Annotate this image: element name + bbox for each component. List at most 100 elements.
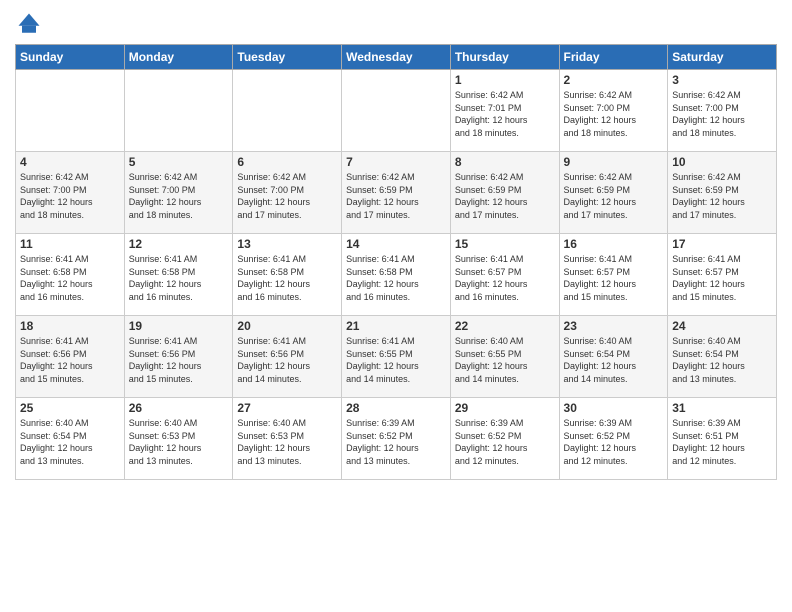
day-number: 3 (672, 73, 772, 87)
day-number: 30 (564, 401, 664, 415)
calendar-cell: 5 Sunrise: 6:42 AM Sunset: 7:00 PM Daylig… (124, 152, 233, 234)
day-number: 19 (129, 319, 229, 333)
cell-info: Sunrise: 6:41 AM Sunset: 6:56 PM Dayligh… (237, 335, 337, 385)
calendar-cell: 24 Sunrise: 6:40 AM Sunset: 6:54 PM Dayli… (668, 316, 777, 398)
cell-info: Sunrise: 6:41 AM Sunset: 6:56 PM Dayligh… (20, 335, 120, 385)
day-number: 7 (346, 155, 446, 169)
cell-info: Sunrise: 6:42 AM Sunset: 6:59 PM Dayligh… (455, 171, 555, 221)
cell-info: Sunrise: 6:41 AM Sunset: 6:58 PM Dayligh… (237, 253, 337, 303)
calendar-cell: 14 Sunrise: 6:41 AM Sunset: 6:58 PM Dayli… (342, 234, 451, 316)
day-number: 16 (564, 237, 664, 251)
calendar-cell: 31 Sunrise: 6:39 AM Sunset: 6:51 PM Dayli… (668, 398, 777, 480)
cell-info: Sunrise: 6:42 AM Sunset: 6:59 PM Dayligh… (346, 171, 446, 221)
day-number: 25 (20, 401, 120, 415)
day-number: 4 (20, 155, 120, 169)
col-header-tuesday: Tuesday (233, 45, 342, 70)
cell-info: Sunrise: 6:39 AM Sunset: 6:51 PM Dayligh… (672, 417, 772, 467)
col-header-wednesday: Wednesday (342, 45, 451, 70)
cell-info: Sunrise: 6:39 AM Sunset: 6:52 PM Dayligh… (455, 417, 555, 467)
col-header-friday: Friday (559, 45, 668, 70)
calendar-cell: 21 Sunrise: 6:41 AM Sunset: 6:55 PM Dayli… (342, 316, 451, 398)
calendar-cell: 20Sunrise: 6:41 AM Sunset: 6:56 PM Dayli… (233, 316, 342, 398)
calendar-cell: 6 Sunrise: 6:42 AM Sunset: 7:00 PM Daylig… (233, 152, 342, 234)
cell-info: Sunrise: 6:42 AM Sunset: 7:00 PM Dayligh… (237, 171, 337, 221)
calendar-cell (342, 70, 451, 152)
cell-info: Sunrise: 6:41 AM Sunset: 6:55 PM Dayligh… (346, 335, 446, 385)
day-number: 9 (564, 155, 664, 169)
day-number: 13 (237, 237, 337, 251)
calendar-cell: 12 Sunrise: 6:41 AM Sunset: 6:58 PM Dayli… (124, 234, 233, 316)
cell-info: Sunrise: 6:40 AM Sunset: 6:54 PM Dayligh… (672, 335, 772, 385)
calendar-cell: 30 Sunrise: 6:39 AM Sunset: 6:52 PM Dayli… (559, 398, 668, 480)
col-header-saturday: Saturday (668, 45, 777, 70)
cell-info: Sunrise: 6:41 AM Sunset: 6:57 PM Dayligh… (455, 253, 555, 303)
cell-info: Sunrise: 6:41 AM Sunset: 6:57 PM Dayligh… (564, 253, 664, 303)
calendar-cell: 22Sunrise: 6:40 AM Sunset: 6:55 PM Dayli… (450, 316, 559, 398)
cell-info: Sunrise: 6:40 AM Sunset: 6:54 PM Dayligh… (564, 335, 664, 385)
cell-info: Sunrise: 6:39 AM Sunset: 6:52 PM Dayligh… (346, 417, 446, 467)
cell-info: Sunrise: 6:40 AM Sunset: 6:54 PM Dayligh… (20, 417, 120, 467)
calendar-cell: 23 Sunrise: 6:40 AM Sunset: 6:54 PM Dayli… (559, 316, 668, 398)
cell-info: Sunrise: 6:42 AM Sunset: 7:00 PM Dayligh… (129, 171, 229, 221)
day-number: 6 (237, 155, 337, 169)
day-number: 31 (672, 401, 772, 415)
col-header-monday: Monday (124, 45, 233, 70)
cell-info: Sunrise: 6:41 AM Sunset: 6:57 PM Dayligh… (672, 253, 772, 303)
header-row: SundayMondayTuesdayWednesdayThursdayFrid… (16, 45, 777, 70)
cell-info: Sunrise: 6:39 AM Sunset: 6:52 PM Dayligh… (564, 417, 664, 467)
day-number: 11 (20, 237, 120, 251)
logo-icon (15, 10, 43, 38)
cell-info: Sunrise: 6:41 AM Sunset: 6:58 PM Dayligh… (129, 253, 229, 303)
day-number: 21 (346, 319, 446, 333)
calendar-cell: 7 Sunrise: 6:42 AM Sunset: 6:59 PM Daylig… (342, 152, 451, 234)
calendar-cell (16, 70, 125, 152)
calendar-cell: 11 Sunrise: 6:41 AM Sunset: 6:58 PM Dayli… (16, 234, 125, 316)
week-row-2: 4 Sunrise: 6:42 AM Sunset: 7:00 PM Daylig… (16, 152, 777, 234)
calendar-table: SundayMondayTuesdayWednesdayThursdayFrid… (15, 44, 777, 480)
day-number: 29 (455, 401, 555, 415)
calendar-cell: 26Sunrise: 6:40 AM Sunset: 6:53 PM Dayli… (124, 398, 233, 480)
day-number: 10 (672, 155, 772, 169)
header (15, 10, 777, 38)
calendar-cell: 3 Sunrise: 6:42 AM Sunset: 7:00 PM Daylig… (668, 70, 777, 152)
week-row-1: 1 Sunrise: 6:42 AM Sunset: 7:01 PM Daylig… (16, 70, 777, 152)
calendar-cell: 18 Sunrise: 6:41 AM Sunset: 6:56 PM Dayli… (16, 316, 125, 398)
day-number: 27 (237, 401, 337, 415)
cell-info: Sunrise: 6:40 AM Sunset: 6:53 PM Dayligh… (129, 417, 229, 467)
calendar-cell (124, 70, 233, 152)
calendar-cell: 1 Sunrise: 6:42 AM Sunset: 7:01 PM Daylig… (450, 70, 559, 152)
cell-info: Sunrise: 6:41 AM Sunset: 6:56 PM Dayligh… (129, 335, 229, 385)
logo (15, 10, 47, 38)
calendar-cell: 16 Sunrise: 6:41 AM Sunset: 6:57 PM Dayli… (559, 234, 668, 316)
col-header-thursday: Thursday (450, 45, 559, 70)
day-number: 17 (672, 237, 772, 251)
calendar-cell: 8 Sunrise: 6:42 AM Sunset: 6:59 PM Daylig… (450, 152, 559, 234)
day-number: 8 (455, 155, 555, 169)
calendar-cell: 28 Sunrise: 6:39 AM Sunset: 6:52 PM Dayli… (342, 398, 451, 480)
day-number: 24 (672, 319, 772, 333)
col-header-sunday: Sunday (16, 45, 125, 70)
cell-info: Sunrise: 6:41 AM Sunset: 6:58 PM Dayligh… (20, 253, 120, 303)
cell-info: Sunrise: 6:42 AM Sunset: 7:01 PM Dayligh… (455, 89, 555, 139)
day-number: 14 (346, 237, 446, 251)
day-number: 5 (129, 155, 229, 169)
cell-info: Sunrise: 6:40 AM Sunset: 6:55 PM Dayligh… (455, 335, 555, 385)
cell-info: Sunrise: 6:42 AM Sunset: 6:59 PM Dayligh… (672, 171, 772, 221)
day-number: 12 (129, 237, 229, 251)
calendar-cell: 10 Sunrise: 6:42 AM Sunset: 6:59 PM Dayli… (668, 152, 777, 234)
cell-info: Sunrise: 6:40 AM Sunset: 6:53 PM Dayligh… (237, 417, 337, 467)
day-number: 1 (455, 73, 555, 87)
cell-info: Sunrise: 6:42 AM Sunset: 7:00 PM Dayligh… (672, 89, 772, 139)
calendar-cell: 29 Sunrise: 6:39 AM Sunset: 6:52 PM Dayli… (450, 398, 559, 480)
calendar-cell: 2Sunrise: 6:42 AM Sunset: 7:00 PM Daylig… (559, 70, 668, 152)
week-row-5: 25 Sunrise: 6:40 AM Sunset: 6:54 PM Dayli… (16, 398, 777, 480)
calendar-cell: 15Sunrise: 6:41 AM Sunset: 6:57 PM Dayli… (450, 234, 559, 316)
day-number: 23 (564, 319, 664, 333)
calendar-cell: 9Sunrise: 6:42 AM Sunset: 6:59 PM Daylig… (559, 152, 668, 234)
calendar-cell: 4 Sunrise: 6:42 AM Sunset: 7:00 PM Daylig… (16, 152, 125, 234)
cell-info: Sunrise: 6:42 AM Sunset: 7:00 PM Dayligh… (20, 171, 120, 221)
week-row-4: 18 Sunrise: 6:41 AM Sunset: 6:56 PM Dayli… (16, 316, 777, 398)
day-number: 18 (20, 319, 120, 333)
day-number: 28 (346, 401, 446, 415)
cell-info: Sunrise: 6:41 AM Sunset: 6:58 PM Dayligh… (346, 253, 446, 303)
